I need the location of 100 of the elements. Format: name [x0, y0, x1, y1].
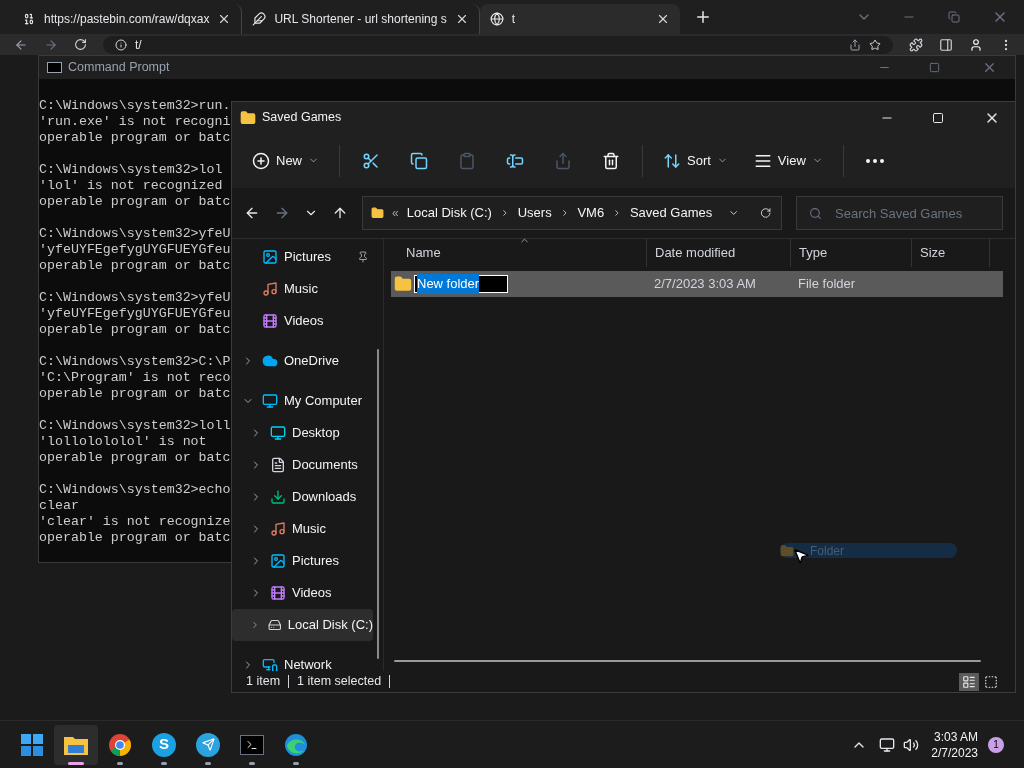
feather-icon	[252, 12, 267, 26]
nav-item[interactable]: Desktop	[232, 417, 373, 449]
nav-item[interactable]: Pictures	[232, 241, 383, 273]
more-icon	[865, 158, 884, 163]
paper-plane-icon	[196, 732, 220, 757]
nav-label: Downloads	[292, 488, 357, 507]
column-header[interactable]: Date modified	[647, 239, 791, 267]
terminal-line: C:\Windows\system32>echo	[39, 482, 231, 498]
column-header[interactable]: Type	[791, 239, 912, 267]
toolbar-button[interactable]: View	[745, 144, 831, 177]
download-icon	[270, 489, 286, 505]
window-title: Command Prompt	[68, 59, 170, 77]
nav-item[interactable]: Documents	[232, 449, 373, 481]
scrollbar-thumb[interactable]	[377, 349, 379, 659]
nav-item[interactable]: Network	[232, 649, 373, 671]
film-icon	[262, 313, 278, 329]
taskbar-app-button[interactable]	[54, 724, 98, 765]
nav-item[interactable]: Pictures	[232, 545, 373, 577]
toolbar-button[interactable]: New	[244, 144, 327, 177]
nav-item[interactable]: My Computer	[232, 385, 373, 417]
forward-icon[interactable]	[274, 205, 290, 221]
monitor-icon	[262, 393, 278, 409]
forward-icon[interactable]	[44, 37, 58, 52]
breadcrumb-bar[interactable]: « Local Disk (C:) Users VM6 Saved Games	[362, 196, 782, 230]
breadcrumb-item[interactable]: VM6	[577, 203, 605, 223]
rename-icon	[506, 151, 524, 170]
tricolor-circle-icon	[108, 732, 132, 757]
nav-item[interactable]: Videos	[232, 577, 373, 609]
notification-count[interactable]: 1	[988, 736, 1004, 753]
nav-item[interactable]: Local Disk (C:)	[232, 609, 373, 641]
status-text: 1 item	[246, 675, 290, 688]
terminal-line: 'clear' is not recognize	[39, 514, 231, 530]
file-type: File folder	[797, 275, 857, 294]
breadcrumb-item[interactable]: Saved Games	[629, 203, 713, 223]
terminal-line: operable program or batc	[39, 530, 231, 546]
terminal-line: 'C:\Program' is not reco	[39, 370, 231, 386]
profile-icon[interactable]	[969, 37, 983, 52]
volume-icon[interactable]	[903, 736, 920, 753]
address-text: t/	[135, 37, 142, 52]
four-squares-icon	[21, 733, 43, 756]
tab-title: https://pastebin.com/raw/dqxax	[44, 11, 210, 28]
restore-icon[interactable]	[948, 11, 960, 23]
running-indicator	[205, 761, 211, 765]
file-row[interactable]: New folder 2/7/2023 3:03 AM File folder	[391, 271, 1003, 297]
search-field[interactable]: Search Saved Games	[796, 196, 1003, 230]
running-indicator	[293, 761, 299, 765]
terminal-line: operable program or batc	[39, 322, 231, 338]
terminal-line: 'lollolololol' is not	[39, 434, 207, 450]
globe-icon	[489, 12, 504, 26]
picture-icon	[270, 553, 286, 569]
file-date: 2/7/2023 3:03 AM	[653, 275, 757, 294]
document-icon	[270, 457, 286, 473]
nav-label: Videos	[292, 584, 332, 603]
browser-tab[interactable]: t	[479, 4, 680, 34]
nav-label: Local Disk (C:)	[287, 616, 373, 635]
toolbar-button[interactable]: Sort	[655, 144, 736, 177]
window-title: Saved Games	[262, 109, 342, 127]
terminal-line: clear	[39, 498, 79, 514]
film-icon	[270, 585, 286, 601]
overflow-chevrons[interactable]: «	[392, 204, 399, 222]
hard-drive-icon	[268, 617, 282, 633]
breadcrumb-item[interactable]: Local Disk (C:)	[406, 203, 492, 223]
view-toggle[interactable]	[959, 672, 979, 691]
clock[interactable]: 3:03 AM 2/7/2023	[931, 728, 978, 761]
nav-label: Videos	[284, 312, 324, 331]
breadcrumb-item[interactable]: Users	[517, 203, 552, 223]
column-header[interactable]: Name	[391, 239, 647, 267]
trash-icon	[602, 151, 620, 170]
reload-icon[interactable]	[74, 38, 87, 51]
nav-item[interactable]: OneDrive	[232, 345, 373, 377]
picture-icon	[262, 249, 278, 265]
nav-item[interactable]: Music	[232, 273, 383, 305]
network-icon[interactable]	[879, 736, 896, 753]
copy-icon	[410, 151, 428, 170]
back-icon[interactable]	[244, 205, 260, 221]
terminal-line: operable program or batc	[39, 258, 231, 274]
nav-item[interactable]: Music	[232, 513, 373, 545]
share-icon[interactable]	[849, 38, 861, 51]
terminal-line: C:\Windows\system32>C:\P	[39, 354, 231, 370]
terminal-line: operable program or batc	[39, 130, 231, 146]
horizontal-scrollbar[interactable]	[394, 660, 981, 662]
running-indicator	[249, 761, 255, 765]
address-bar[interactable]: t/	[103, 35, 893, 54]
nav-label: My Computer	[284, 392, 363, 411]
nav-item[interactable]: Videos	[232, 305, 383, 337]
rename-field[interactable]: New folder	[414, 275, 508, 293]
share-icon	[554, 151, 572, 170]
side-panel-icon[interactable]	[939, 37, 953, 52]
puzzle-icon[interactable]	[909, 37, 923, 52]
folder-icon	[371, 205, 384, 221]
letter-badge: S	[152, 732, 176, 757]
up-icon[interactable]	[332, 205, 348, 221]
nav-item[interactable]: Downloads	[232, 481, 373, 513]
column-header[interactable]: Size	[912, 239, 990, 267]
terminal-line: C:\Windows\system32>yfeU	[39, 226, 231, 242]
terminal-line: 'run.exe' is not recogni	[39, 114, 231, 130]
refresh-icon[interactable]	[759, 206, 771, 220]
nav-label: Network	[284, 656, 332, 671]
star-icon[interactable]	[869, 38, 881, 51]
terminal-line: 'yfeUYFEgefygUYGFUEYGfeu	[39, 306, 231, 322]
